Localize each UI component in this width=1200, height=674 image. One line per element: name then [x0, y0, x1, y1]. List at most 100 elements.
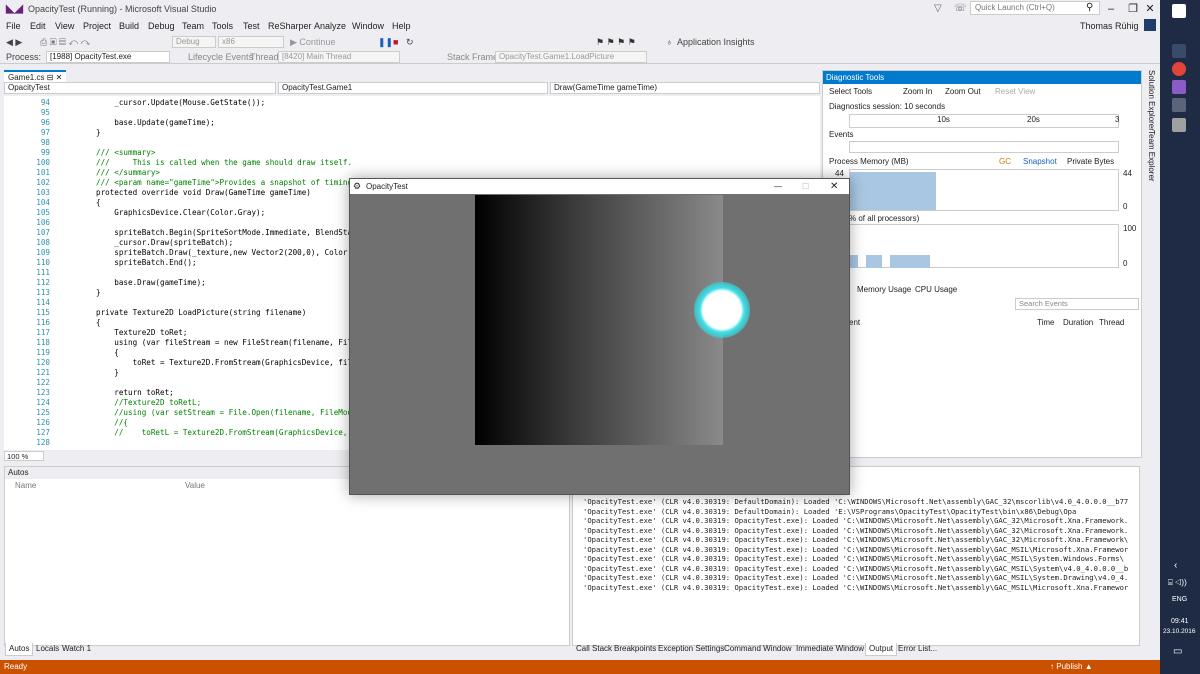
game-close-button[interactable]: ✕ [830, 179, 838, 194]
vs-taskbar-icon[interactable] [1172, 80, 1186, 94]
explorer-icon[interactable] [1172, 44, 1186, 58]
tab-cpu-usage[interactable]: CPU Usage [915, 285, 957, 294]
stack-frame-select[interactable]: OpacityTest.Game1.LoadPicture [495, 51, 647, 63]
tab-game1-cs[interactable]: Game1.cs ⊟ ✕ [4, 70, 67, 82]
code-line[interactable]: /// <summary> [96, 148, 155, 157]
game-maximize-button[interactable]: ☐ [802, 179, 809, 194]
clock-date[interactable]: 23.10.2016 [1163, 628, 1196, 635]
restart-icon[interactable]: ↻ [406, 36, 414, 49]
team-explorer-tab[interactable]: Team Explorer [1144, 130, 1156, 182]
tab-memory-usage[interactable]: Memory Usage [857, 285, 911, 294]
platform-select[interactable]: x86 [218, 36, 284, 48]
member-nav-select[interactable]: Draw(GameTime gameTime) [550, 82, 820, 94]
chevron-left-icon[interactable]: ‹ [1174, 560, 1177, 571]
tab-output[interactable]: Output [865, 643, 898, 656]
stop-icon[interactable]: ■ [393, 36, 398, 49]
thread-select[interactable]: [8420] Main Thread [278, 51, 400, 63]
tab-watch-1[interactable]: Watch 1 [59, 643, 94, 655]
code-line[interactable]: } [96, 288, 101, 297]
menu-analyze[interactable]: Analyze [314, 21, 346, 31]
search-events-input[interactable]: Search Events [1015, 298, 1139, 310]
code-line[interactable]: { [96, 348, 119, 357]
menu-tools[interactable]: Tools [212, 21, 233, 31]
menu-edit[interactable]: Edit [30, 21, 46, 31]
code-line[interactable]: //{ [96, 418, 128, 427]
filter-icon[interactable]: ▽ [934, 3, 942, 14]
timeline-ruler[interactable] [849, 114, 1119, 128]
bookmark-icons[interactable]: ⚑ ⚑ ⚑ ⚑ [596, 36, 636, 49]
reset-view-button[interactable]: Reset View [995, 87, 1035, 96]
network-icon[interactable]: ⌸ ◁)) [1168, 578, 1187, 588]
tab-breakpoints[interactable]: Breakpoints [611, 643, 659, 655]
code-line[interactable]: //Texture2D toRetL; [96, 398, 201, 407]
code-line[interactable]: _cursor.Draw(spriteBatch); [96, 238, 233, 247]
tab-exception-settings[interactable]: Exception Settings [655, 643, 727, 655]
process-select[interactable]: [1988] OpacityTest.exe [46, 51, 170, 63]
menu-test[interactable]: Test [243, 21, 260, 31]
app-insights-icon[interactable]: ♁ [666, 36, 673, 49]
menu-debug[interactable]: Debug [148, 21, 175, 31]
tab-call-stack[interactable]: Call Stack [573, 643, 615, 655]
config-select[interactable]: Debug [172, 36, 216, 48]
code-line[interactable]: /// <param name="gameTime">Provides a sn… [96, 178, 361, 187]
code-line[interactable]: private Texture2D LoadPicture(string fil… [96, 308, 306, 317]
menu-resharper[interactable]: ReSharper [268, 21, 312, 31]
game-window[interactable]: ⚙ OpacityTest — ☐ ✕ [349, 178, 850, 495]
tab-autos[interactable]: Autos [5, 643, 34, 656]
zoom-select[interactable]: 100 % [4, 451, 44, 461]
notifications-icon[interactable]: ▭ [1173, 646, 1182, 657]
code-line[interactable]: spriteBatch.Draw(_texture,new Vector2(20… [96, 248, 361, 257]
code-line[interactable]: spriteBatch.End(); [96, 258, 196, 267]
menu-file[interactable]: File [6, 21, 21, 31]
menu-project[interactable]: Project [83, 21, 111, 31]
code-line[interactable]: base.Draw(gameTime); [96, 278, 205, 287]
search-icon[interactable]: ⚲ [1086, 2, 1093, 13]
tab-locals[interactable]: Locals [33, 643, 62, 655]
cpu-graph[interactable] [849, 224, 1119, 268]
menu-window[interactable]: Window [352, 21, 384, 31]
lifecycle-events-button[interactable]: Lifecycle Events [188, 51, 253, 64]
code-line[interactable]: _cursor.Update(Mouse.GetState()); [96, 98, 265, 107]
clock-time[interactable]: 09:41 [1171, 618, 1189, 625]
menu-team[interactable]: Team [182, 21, 204, 31]
app-icon[interactable] [1172, 98, 1186, 112]
memory-graph[interactable] [849, 169, 1119, 211]
code-line[interactable]: /// </summary> [96, 168, 160, 177]
code-line[interactable]: // toRetL = Texture2D.FromStream(Graphic… [96, 428, 361, 437]
user-name[interactable]: Thomas Rühig [1080, 21, 1139, 31]
tab-error-list[interactable]: Error List... [895, 643, 940, 655]
close-button[interactable]: ✕ [1140, 0, 1160, 18]
code-line[interactable]: spriteBatch.Begin(SpriteSortMode.Immedia… [96, 228, 361, 237]
publish-button[interactable]: ↑ Publish ▲ [1050, 660, 1093, 674]
zoom-out-button[interactable]: Zoom Out [945, 87, 981, 96]
language-indicator[interactable]: ENG [1172, 596, 1187, 603]
back-icon[interactable]: ◀ ▶ [6, 36, 22, 49]
select-tools-button[interactable]: Select Tools [829, 87, 872, 96]
tab-command-window[interactable]: Command Window [721, 643, 795, 655]
code-line[interactable]: } [96, 368, 119, 377]
menu-view[interactable]: View [55, 21, 74, 31]
menu-build[interactable]: Build [119, 21, 139, 31]
code-line[interactable]: { [96, 198, 101, 207]
windows-icon[interactable] [1172, 4, 1186, 18]
zoom-in-button[interactable]: Zoom In [903, 87, 932, 96]
code-line[interactable]: } [96, 128, 101, 137]
chrome-icon[interactable] [1172, 62, 1186, 76]
feedback-icon[interactable]: ☏ [954, 3, 967, 14]
minimize-button[interactable]: – [1100, 0, 1122, 18]
code-line[interactable]: Texture2D toRet; [96, 328, 187, 337]
pause-icon[interactable]: ❚❚ [378, 36, 393, 49]
project-nav-select[interactable]: OpacityTest [4, 82, 276, 94]
code-line[interactable]: /// This is called when the game should … [96, 158, 352, 167]
game-minimize-button[interactable]: — [774, 179, 782, 194]
code-line[interactable]: protected override void Draw(GameTime ga… [96, 188, 311, 197]
code-line[interactable]: return toRet; [96, 388, 173, 397]
avatar[interactable] [1144, 19, 1156, 31]
type-nav-select[interactable]: OpacityTest.Game1 [278, 82, 548, 94]
quick-launch-input[interactable]: Quick Launch (Ctrl+Q) [970, 1, 1100, 15]
code-line[interactable]: base.Update(gameTime); [96, 118, 215, 127]
game-icon[interactable] [1172, 118, 1186, 132]
code-line[interactable]: using (var fileStream = new FileStream(f… [96, 338, 361, 347]
solution-explorer-tab[interactable]: Solution Explorer [1144, 70, 1156, 131]
app-insights-button[interactable]: Application Insights [677, 36, 755, 49]
